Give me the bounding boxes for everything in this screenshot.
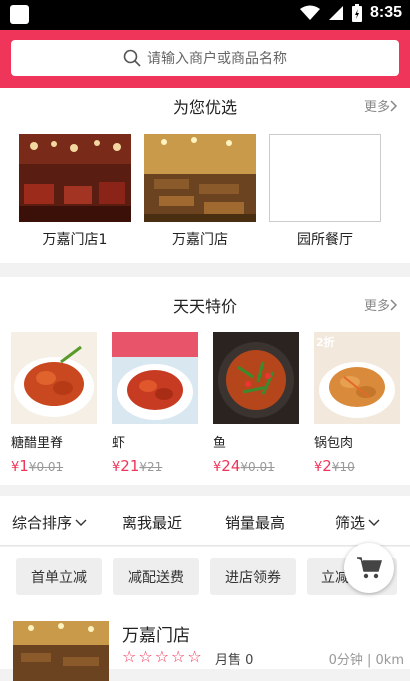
- sort-nearest[interactable]: 离我最近: [122, 512, 182, 533]
- search-icon: [123, 49, 141, 67]
- star-outline-icon: ☆: [171, 647, 186, 666]
- restaurant-photo: [144, 134, 256, 222]
- star-outline-icon: ☆: [122, 647, 137, 666]
- tag-first-order[interactable]: 首单立减: [16, 558, 102, 595]
- dish-name: 糖醋里脊: [11, 436, 64, 451]
- chevron-down-icon: [75, 519, 87, 526]
- dish-photo: [112, 332, 198, 424]
- shop-photo: [13, 621, 109, 681]
- chevron-right-icon: [390, 298, 398, 311]
- distance-info: 0分钟 | 0km: [328, 653, 404, 668]
- featured-title: 为您优选: [172, 98, 237, 117]
- tag-coupon[interactable]: 进店领券: [210, 558, 296, 595]
- rating-stars: ☆ ☆ ☆ ☆ ☆: [122, 647, 202, 666]
- shop-name: 万嘉门店: [122, 626, 190, 646]
- battery-icon: [351, 4, 362, 22]
- header: 请输入商户或商品名称: [0, 30, 410, 88]
- sort-best-selling[interactable]: 销量最高: [225, 512, 285, 533]
- tag-delivery-discount[interactable]: 减配送费: [113, 558, 199, 595]
- deals-more-link[interactable]: 更多: [364, 295, 398, 314]
- restaurant-photo: [19, 134, 131, 222]
- deal-item[interactable]: 2折 锅包肉 ¥2¥10: [314, 332, 400, 475]
- featured-more-link[interactable]: 更多: [364, 96, 398, 115]
- deals-title: 天天特价: [172, 297, 237, 316]
- featured-card[interactable]: 万嘉门店1: [19, 134, 131, 254]
- dish-price: ¥2¥10: [314, 457, 355, 475]
- shop-list-item[interactable]: 万嘉门店 ☆ ☆ ☆ ☆ ☆ 月售 0 0分钟 | 0km: [0, 609, 410, 681]
- search-placeholder: 请输入商户或商品名称: [147, 51, 287, 67]
- dish-name: 锅包肉: [314, 436, 354, 451]
- filter-button[interactable]: 筛选: [335, 512, 380, 533]
- original-price: ¥0.01: [28, 460, 64, 474]
- status-bar: 8:35: [0, 0, 410, 30]
- featured-section: 为您优选 更多 万嘉门店1 万嘉门店 园所餐厅: [0, 88, 410, 263]
- restaurant-photo-placeholder: [269, 134, 381, 222]
- cart-button[interactable]: [344, 543, 394, 593]
- clock: 8:35: [369, 4, 402, 21]
- star-outline-icon: ☆: [138, 647, 153, 666]
- dish-price: ¥21¥21: [112, 457, 163, 475]
- original-price: ¥0.01: [240, 460, 275, 474]
- featured-name: 万嘉门店1: [42, 232, 108, 248]
- chevron-right-icon: [390, 99, 398, 112]
- deal-item[interactable]: 糖醋里脊 ¥1¥0.01: [11, 332, 97, 475]
- chevron-down-icon: [368, 519, 380, 526]
- original-price: ¥10: [331, 460, 355, 474]
- featured-name: 万嘉门店: [172, 232, 228, 248]
- featured-name: 园所餐厅: [297, 232, 353, 248]
- dish-price: ¥24¥0.01: [213, 457, 275, 475]
- sort-bar: 综合排序 离我最近 销量最高 筛选: [0, 496, 410, 546]
- deal-item[interactable]: 鱼 ¥24¥0.01: [213, 332, 299, 475]
- notification-icon: [10, 5, 29, 24]
- deal-item[interactable]: 虾 ¥21¥21: [112, 332, 198, 475]
- featured-card[interactable]: 园所餐厅: [269, 134, 381, 254]
- search-input[interactable]: 请输入商户或商品名称: [11, 40, 399, 76]
- dish-photo: 2折: [314, 332, 400, 424]
- cart-icon: [357, 557, 382, 579]
- dish-name: 鱼: [213, 436, 227, 451]
- monthly-sales: 月售 0: [215, 653, 254, 668]
- dish-price: ¥1¥0.01: [11, 457, 64, 475]
- discount-badge: 2折: [316, 336, 335, 349]
- star-outline-icon: ☆: [154, 647, 170, 666]
- signal-icon: [328, 6, 343, 20]
- dish-photo: [11, 332, 97, 424]
- featured-card[interactable]: 万嘉门店: [144, 134, 256, 254]
- sort-comprehensive[interactable]: 综合排序: [12, 512, 87, 533]
- wifi-icon: [299, 5, 320, 20]
- original-price: ¥21: [139, 460, 163, 474]
- dish-name: 虾: [112, 436, 126, 451]
- star-outline-icon: ☆: [187, 647, 202, 666]
- dish-photo: [213, 332, 299, 424]
